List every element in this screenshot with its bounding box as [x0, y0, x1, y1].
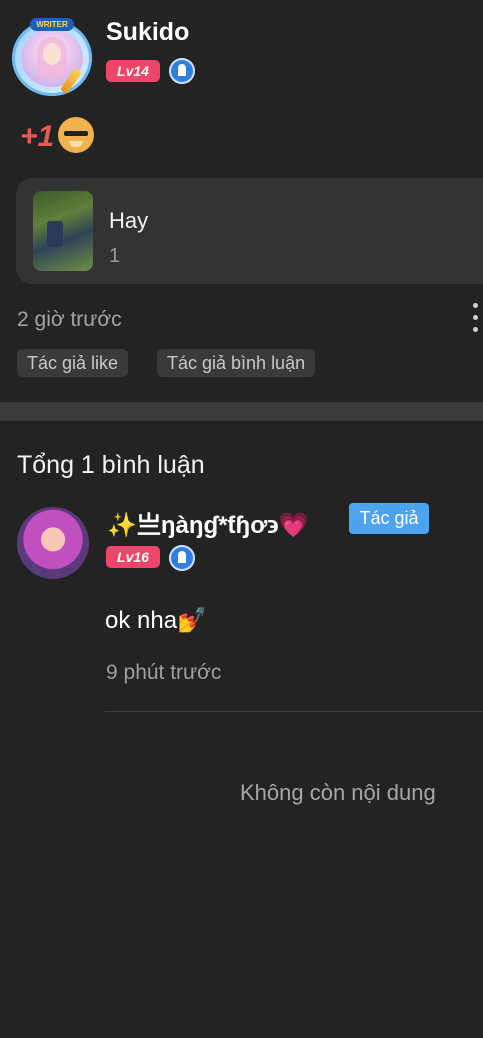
author-badge: Tác giả [349, 503, 429, 534]
post-timestamp: 2 giờ trước [17, 308, 122, 331]
comment-timestamp: 9 phút trước [106, 661, 222, 684]
card-title: Hay [109, 208, 149, 233]
avatar-face [43, 43, 61, 65]
more-options-icon[interactable] [471, 303, 479, 337]
level-badge: Lv14 [106, 60, 160, 82]
section-divider [0, 402, 483, 421]
writer-badge: WRITER [30, 18, 74, 31]
comment-text: ok nha💅 [105, 607, 207, 634]
author-avatar[interactable]: WRITER [12, 18, 92, 96]
commenter-level-badge: Lv16 [106, 546, 160, 568]
reaction-text: +1 [20, 120, 55, 153]
commenter-name[interactable]: ✨亗ŋàŋɠ*ƭɧơ϶💗 [107, 505, 309, 540]
end-of-content-text: Không còn nội dung [240, 780, 436, 805]
card-thumbnail [33, 191, 93, 271]
post-author-name[interactable]: Sukido [106, 18, 189, 47]
commenter-avatar[interactable] [17, 507, 89, 579]
comment-divider [105, 711, 483, 712]
tag-author-comment: Tác giả bình luận [157, 349, 316, 377]
card-subtitle: 1 [109, 245, 121, 267]
doge-emoji-icon [58, 117, 94, 153]
verified-icon [169, 58, 195, 84]
commenter-verified-icon [169, 545, 195, 571]
tag-author-like: Tác giả like [17, 349, 129, 377]
linked-post-card[interactable]: Hay 1 [16, 178, 483, 284]
comments-heading: Tổng 1 bình luận [17, 451, 205, 479]
